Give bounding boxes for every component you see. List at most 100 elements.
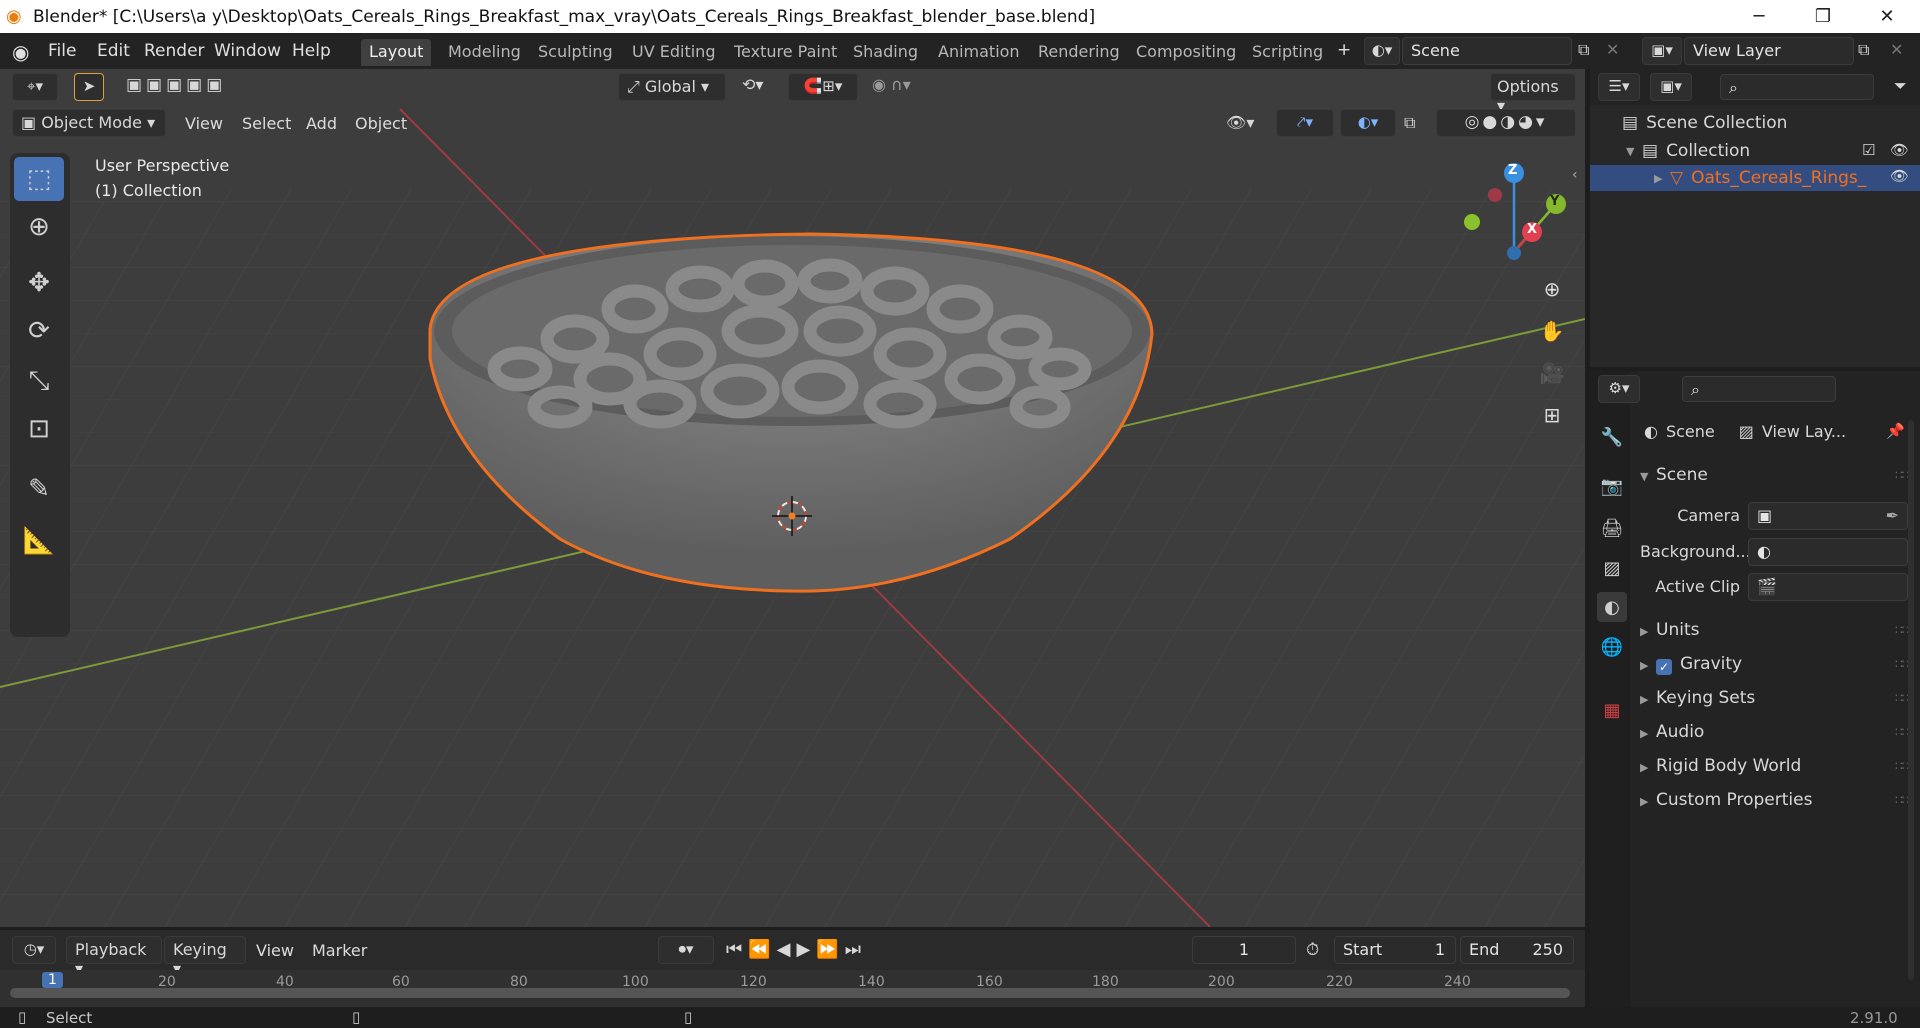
- world-tab[interactable]: 🌐: [1597, 632, 1627, 662]
- transform-tool[interactable]: ⊡: [14, 407, 64, 451]
- audio-grip-icon[interactable]: ∷∷: [1895, 725, 1909, 739]
- display-mode-icon[interactable]: ▣▾: [1650, 73, 1692, 101]
- viewport-menu-view[interactable]: View: [185, 114, 223, 133]
- move-tool[interactable]: ✥: [14, 261, 64, 305]
- new-scene-icon[interactable]: ⧉: [1578, 40, 1589, 60]
- filter-icon[interactable]: ⏷: [1894, 76, 1907, 96]
- playback-controls-icons[interactable]: ⏮⏪◀▶⏩⏭: [726, 939, 867, 960]
- mode-dropdown[interactable]: ▣ Object Mode ▾: [12, 109, 166, 137]
- active-clip-field[interactable]: 🎬: [1748, 573, 1908, 601]
- properties-editor-type-icon[interactable]: ⚙▾: [1598, 375, 1640, 403]
- scale-tool[interactable]: ⤡: [14, 359, 64, 403]
- viewport-menu-select[interactable]: Select: [242, 114, 291, 133]
- properties-search-input[interactable]: ⌕: [1682, 376, 1836, 402]
- pivot-point-icon[interactable]: ⟲▾: [742, 75, 763, 94]
- options-dropdown[interactable]: Options ▾: [1490, 73, 1576, 115]
- viewport-menu-add[interactable]: Add: [306, 114, 337, 133]
- scene-selector-icon[interactable]: ◐▾: [1364, 37, 1400, 65]
- tab-texture-paint[interactable]: Texture Paint: [726, 39, 845, 66]
- menu-edit[interactable]: Edit: [97, 41, 130, 61]
- timeline-menu-marker[interactable]: Marker: [312, 941, 367, 960]
- delete-view-layer-icon[interactable]: ✕: [1890, 40, 1903, 59]
- outliner-search-input[interactable]: ⌕: [1720, 74, 1874, 100]
- pan-button[interactable]: ✋: [1534, 313, 1570, 349]
- eyedropper-icon[interactable]: ✒: [1886, 506, 1899, 525]
- ortho-toggle-button[interactable]: ⊞: [1534, 397, 1570, 433]
- menu-window[interactable]: Window: [214, 41, 281, 61]
- select-tool-mode-icon[interactable]: ➤: [74, 73, 104, 101]
- stopwatch-icon[interactable]: ⏱: [1306, 940, 1319, 960]
- xray-icon[interactable]: ⧉: [1404, 113, 1415, 133]
- timeline-editor-type-icon[interactable]: ◷▾: [12, 936, 56, 964]
- gravity-panel[interactable]: ▶ ✓ Gravity: [1640, 654, 1742, 675]
- view-layer-field[interactable]: View Layer: [1684, 37, 1854, 65]
- keying-sets-grip-icon[interactable]: ∷∷: [1895, 691, 1909, 705]
- gravity-grip-icon[interactable]: ∷∷: [1895, 657, 1909, 671]
- measure-tool[interactable]: 📐: [14, 519, 64, 563]
- tab-layout[interactable]: Layout: [361, 39, 432, 66]
- editor-type-icon[interactable]: ⌖▾: [12, 73, 58, 101]
- exclude-checkbox-icon[interactable]: ☑: [1862, 141, 1875, 159]
- blender-menu-icon[interactable]: ◉: [12, 40, 29, 64]
- sidebar-toggle-icon[interactable]: ‹: [1572, 167, 1578, 183]
- object-eye-icon[interactable]: 👁: [1890, 167, 1909, 185]
- tool-tab[interactable]: 🔧: [1597, 422, 1627, 452]
- tab-compositing[interactable]: Compositing: [1128, 39, 1244, 66]
- outliner-editor-type-icon[interactable]: ☰▾: [1598, 73, 1640, 101]
- properties-scrollbar[interactable]: [1908, 420, 1914, 980]
- tab-modeling[interactable]: Modeling: [440, 39, 529, 66]
- gizmo-toggle-icon[interactable]: ⤤▾: [1276, 109, 1334, 137]
- viewport-menu-object[interactable]: Object: [355, 114, 407, 133]
- end-frame-field[interactable]: End 250: [1460, 936, 1574, 964]
- gravity-checkbox[interactable]: ✓: [1656, 659, 1672, 675]
- texture-tab[interactable]: ▦: [1597, 695, 1627, 725]
- restore-button[interactable]: ❐: [1790, 0, 1856, 33]
- panel-grip-icon[interactable]: ∷∷: [1895, 468, 1909, 482]
- tab-sculpting[interactable]: Sculpting: [530, 39, 621, 66]
- tab-shading[interactable]: Shading: [845, 39, 926, 66]
- snap-icon[interactable]: 🧲⊞▾: [788, 73, 858, 101]
- menu-help[interactable]: Help: [292, 41, 331, 61]
- keying-dropdown[interactable]: Keying ▾: [164, 936, 246, 978]
- background-field[interactable]: ◐: [1748, 538, 1908, 566]
- start-frame-field[interactable]: Start 1: [1334, 936, 1456, 964]
- auto-keying-icon[interactable]: ⏺▾: [658, 936, 714, 964]
- menu-file[interactable]: File: [48, 41, 76, 61]
- custom-properties-grip-icon[interactable]: ∷∷: [1895, 793, 1909, 807]
- outliner-item-scene-collection[interactable]: ▤ Scene Collection: [1622, 111, 1787, 135]
- tab-scripting[interactable]: Scripting: [1244, 39, 1331, 66]
- output-tab[interactable]: 🖨: [1597, 513, 1627, 543]
- menu-render[interactable]: Render: [144, 41, 205, 61]
- minimize-button[interactable]: ─: [1726, 0, 1792, 33]
- current-frame-field[interactable]: 1: [1192, 936, 1296, 964]
- tab-animation[interactable]: Animation: [930, 39, 1028, 66]
- render-tab[interactable]: 📷: [1597, 471, 1627, 501]
- units-panel[interactable]: ▶ Units: [1640, 620, 1699, 640]
- eye-icon[interactable]: 👁: [1890, 141, 1909, 159]
- view-layer-selector-icon[interactable]: ▣▾: [1642, 37, 1682, 65]
- overlay-toggle-icon[interactable]: ◐▾: [1340, 109, 1396, 137]
- camera-view-button[interactable]: 🎥: [1534, 355, 1570, 391]
- shading-mode-icons[interactable]: ◎●◑◕▾: [1436, 109, 1576, 137]
- rotate-tool[interactable]: ⟳: [14, 309, 64, 353]
- rigid-body-grip-icon[interactable]: ∷∷: [1895, 759, 1909, 773]
- audio-panel[interactable]: ▶ Audio: [1640, 722, 1704, 742]
- cursor-tool[interactable]: ⊕: [14, 205, 64, 249]
- timeline-menu-view[interactable]: View: [256, 941, 294, 960]
- outliner-item-object[interactable]: ▶ ▽ Oats_Cereals_Rings_: [1590, 165, 1920, 191]
- keying-sets-panel[interactable]: ▶ Keying Sets: [1640, 688, 1755, 708]
- camera-field[interactable]: ▣ ✒: [1748, 502, 1908, 530]
- playhead-frame-label[interactable]: 1: [42, 972, 63, 988]
- select-box-tool[interactable]: ⬚: [14, 157, 64, 201]
- tab-rendering[interactable]: Rendering: [1030, 39, 1128, 66]
- custom-properties-panel[interactable]: ▶ Custom Properties: [1640, 790, 1812, 810]
- zoom-button[interactable]: ⊕: [1534, 271, 1570, 307]
- add-workspace-button[interactable]: +: [1337, 40, 1351, 60]
- rigid-body-world-panel[interactable]: ▶ Rigid Body World: [1640, 756, 1801, 776]
- units-grip-icon[interactable]: ∷∷: [1895, 623, 1909, 637]
- proportional-editing-icon[interactable]: ◉ ∩▾: [872, 75, 911, 94]
- scene-name-field[interactable]: Scene: [1402, 37, 1572, 65]
- transform-orientation-dropdown[interactable]: ⤢ Global ▾: [618, 73, 726, 101]
- playback-dropdown[interactable]: Playback ▾: [66, 936, 162, 978]
- selection-mode-icons[interactable]: ▣▣▣▣▣: [126, 75, 226, 95]
